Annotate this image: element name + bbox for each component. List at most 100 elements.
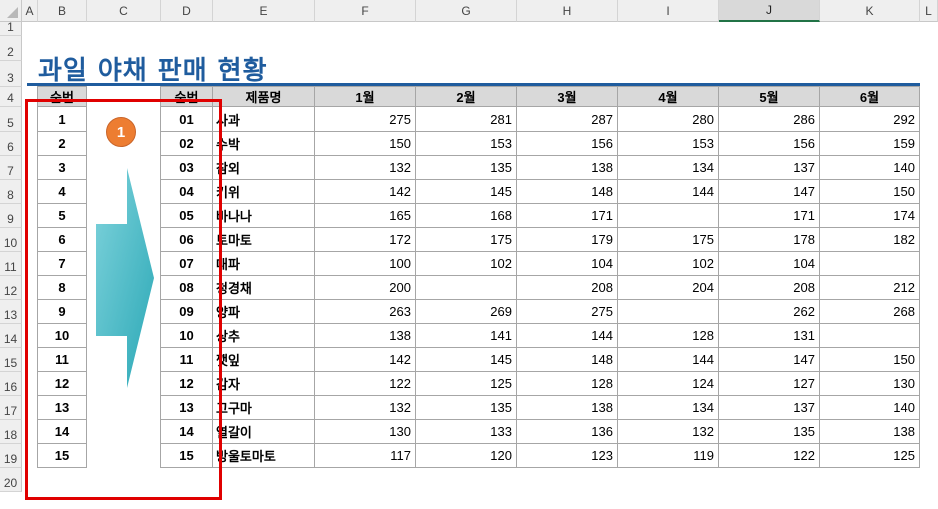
table-cell-no[interactable]: 12 (160, 371, 213, 396)
left-table-cell[interactable]: 11 (37, 347, 87, 372)
table-cell-value[interactable]: 144 (617, 179, 719, 204)
row-header-14[interactable]: 14 (0, 324, 22, 348)
table-cell-no[interactable]: 03 (160, 155, 213, 180)
table-cell-value[interactable]: 148 (516, 179, 618, 204)
table-cell-value[interactable] (617, 299, 719, 324)
table-cell-value[interactable]: 140 (819, 395, 920, 420)
table-cell-product[interactable]: 고구마 (212, 395, 315, 420)
table-cell-value[interactable]: 100 (314, 251, 416, 276)
table-cell-value[interactable]: 137 (718, 155, 820, 180)
row-header-16[interactable]: 16 (0, 372, 22, 396)
row-header-10[interactable]: 10 (0, 228, 22, 252)
table-cell-value[interactable]: 127 (718, 371, 820, 396)
table-cell-value[interactable]: 138 (819, 419, 920, 444)
table-cell-value[interactable]: 130 (819, 371, 920, 396)
left-table-cell[interactable]: 5 (37, 203, 87, 228)
table-cell-no[interactable]: 05 (160, 203, 213, 228)
sheet-title[interactable]: 과일 야채 판매 현황 (38, 50, 268, 87)
table-cell-no[interactable]: 10 (160, 323, 213, 348)
table-cell-value[interactable]: 280 (617, 106, 719, 132)
left-table-cell[interactable]: 13 (37, 395, 87, 420)
row-header-11[interactable]: 11 (0, 252, 22, 276)
table-cell-value[interactable]: 153 (617, 131, 719, 156)
column-header-d[interactable]: D (161, 0, 213, 22)
table-cell-value[interactable]: 147 (718, 179, 820, 204)
table-cell-value[interactable]: 144 (617, 347, 719, 372)
main-table-header[interactable]: 2월 (415, 86, 517, 107)
table-cell-product[interactable]: 참외 (212, 155, 315, 180)
table-cell-value[interactable]: 122 (718, 443, 820, 468)
row-header-4[interactable]: 4 (0, 87, 22, 107)
table-cell-no[interactable]: 07 (160, 251, 213, 276)
table-cell-value[interactable]: 142 (314, 347, 416, 372)
column-header-e[interactable]: E (213, 0, 315, 22)
table-cell-value[interactable]: 128 (617, 323, 719, 348)
table-cell-value[interactable]: 208 (516, 275, 618, 300)
column-header-h[interactable]: H (517, 0, 618, 22)
table-cell-value[interactable]: 134 (617, 395, 719, 420)
left-table-header[interactable]: 순번 (37, 86, 87, 107)
table-cell-value[interactable]: 165 (314, 203, 416, 228)
table-cell-value[interactable]: 104 (516, 251, 618, 276)
table-cell-value[interactable]: 132 (314, 155, 416, 180)
table-cell-value[interactable]: 125 (819, 443, 920, 468)
table-cell-value[interactable]: 147 (718, 347, 820, 372)
table-cell-product[interactable]: 감자 (212, 371, 315, 396)
row-header-17[interactable]: 17 (0, 396, 22, 420)
table-cell-product[interactable]: 열갈이 (212, 419, 315, 444)
table-cell-value[interactable]: 148 (516, 347, 618, 372)
table-cell-value[interactable]: 156 (718, 131, 820, 156)
table-cell-value[interactable]: 123 (516, 443, 618, 468)
table-cell-no[interactable]: 02 (160, 131, 213, 156)
row-header-3[interactable]: 3 (0, 61, 22, 87)
table-cell-value[interactable]: 119 (617, 443, 719, 468)
table-cell-value[interactable]: 182 (819, 227, 920, 252)
table-cell-value[interactable]: 128 (516, 371, 618, 396)
left-table-cell[interactable]: 3 (37, 155, 87, 180)
column-header-k[interactable]: K (820, 0, 920, 22)
table-cell-value[interactable]: 138 (516, 395, 618, 420)
table-cell-value[interactable]: 174 (819, 203, 920, 228)
table-cell-value[interactable]: 268 (819, 299, 920, 324)
table-cell-no[interactable]: 04 (160, 179, 213, 204)
main-table-header[interactable]: 3월 (516, 86, 618, 107)
column-header-b[interactable]: B (38, 0, 87, 22)
table-cell-value[interactable]: 130 (314, 419, 416, 444)
table-cell-value[interactable]: 200 (314, 275, 416, 300)
table-cell-no[interactable]: 15 (160, 443, 213, 468)
left-table-cell[interactable]: 6 (37, 227, 87, 252)
column-header-l[interactable]: L (920, 0, 938, 22)
table-cell-no[interactable]: 14 (160, 419, 213, 444)
main-table-header[interactable]: 4월 (617, 86, 719, 107)
row-header-13[interactable]: 13 (0, 300, 22, 324)
column-header-c[interactable]: C (87, 0, 161, 22)
table-cell-no[interactable]: 06 (160, 227, 213, 252)
table-cell-value[interactable]: 104 (718, 251, 820, 276)
left-table-cell[interactable]: 14 (37, 419, 87, 444)
table-cell-value[interactable] (819, 251, 920, 276)
table-cell-value[interactable]: 135 (415, 155, 517, 180)
table-cell-no[interactable]: 11 (160, 347, 213, 372)
table-cell-value[interactable]: 275 (314, 106, 416, 132)
table-cell-no[interactable]: 08 (160, 275, 213, 300)
left-table-cell[interactable]: 8 (37, 275, 87, 300)
table-cell-value[interactable]: 134 (617, 155, 719, 180)
table-cell-value[interactable]: 135 (415, 395, 517, 420)
select-all-corner[interactable] (0, 0, 22, 22)
table-cell-value[interactable]: 178 (718, 227, 820, 252)
table-cell-no[interactable]: 01 (160, 106, 213, 132)
row-header-19[interactable]: 19 (0, 444, 22, 468)
table-cell-product[interactable]: 수박 (212, 131, 315, 156)
table-cell-value[interactable]: 133 (415, 419, 517, 444)
table-cell-value[interactable]: 269 (415, 299, 517, 324)
table-cell-value[interactable]: 204 (617, 275, 719, 300)
table-cell-value[interactable]: 292 (819, 106, 920, 132)
column-header-g[interactable]: G (416, 0, 517, 22)
table-cell-value[interactable]: 287 (516, 106, 618, 132)
table-cell-product[interactable]: 청경채 (212, 275, 315, 300)
table-cell-product[interactable]: 키위 (212, 179, 315, 204)
row-header-7[interactable]: 7 (0, 156, 22, 180)
row-header-15[interactable]: 15 (0, 348, 22, 372)
table-cell-value[interactable]: 120 (415, 443, 517, 468)
table-cell-value[interactable]: 102 (415, 251, 517, 276)
